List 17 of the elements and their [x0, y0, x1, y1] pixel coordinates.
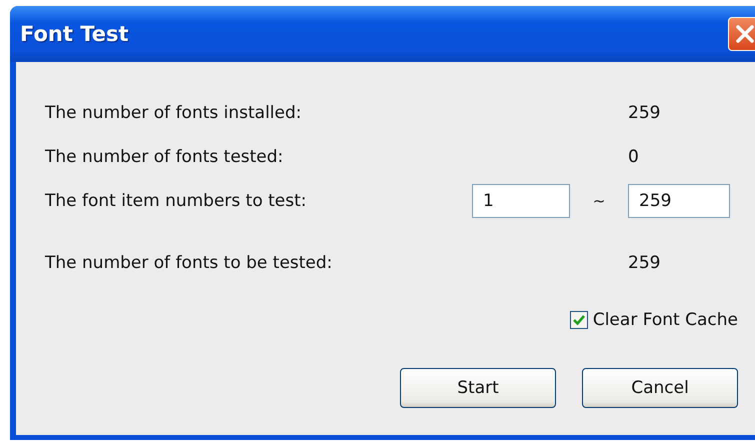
number-input[interactable]: 1 — [472, 184, 570, 218]
value-text: 259 — [628, 103, 660, 123]
number-input[interactable]: 259 — [628, 184, 730, 218]
dialog-button[interactable]: Cancel — [582, 368, 738, 408]
value-text: 0 — [628, 147, 639, 167]
window-title: Font Test — [20, 22, 129, 46]
dialog-button[interactable]: Start — [400, 368, 556, 408]
close-icon — [734, 23, 755, 45]
field-label: The font item numbers to test: — [45, 191, 308, 211]
range-separator: ~ — [592, 192, 606, 210]
checkmark-icon — [572, 313, 586, 327]
field-label: The number of fonts installed: — [45, 103, 303, 123]
value-text: 259 — [628, 253, 660, 273]
close-button[interactable] — [728, 17, 755, 51]
field-label: The number of fonts to be tested: — [45, 253, 334, 273]
field-label: The number of fonts tested: — [45, 147, 284, 167]
clear-cache-checkbox[interactable]: Clear Font Cache — [570, 310, 738, 330]
